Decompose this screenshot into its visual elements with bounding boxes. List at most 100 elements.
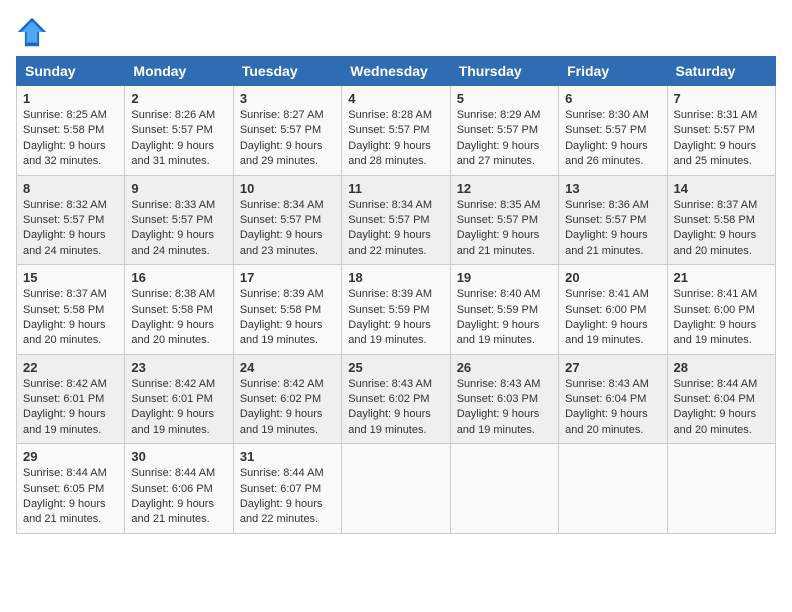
calendar-header-row: Sunday Monday Tuesday Wednesday Thursday…: [17, 57, 776, 86]
calendar-cell: 14Sunrise: 8:37 AMSunset: 5:58 PMDayligh…: [667, 175, 775, 265]
calendar-cell: 15Sunrise: 8:37 AMSunset: 5:58 PMDayligh…: [17, 265, 125, 355]
calendar-cell: 11Sunrise: 8:34 AMSunset: 5:57 PMDayligh…: [342, 175, 450, 265]
calendar-cell: 27Sunrise: 8:43 AMSunset: 6:04 PMDayligh…: [559, 354, 667, 444]
cell-info: Daylight: 9 hours and 25 minutes.: [674, 139, 769, 170]
cell-info: Daylight: 9 hours and 29 minutes.: [240, 139, 335, 170]
day-number: 28: [674, 360, 769, 375]
day-number: 10: [240, 181, 335, 196]
day-number: 18: [348, 270, 443, 285]
calendar-cell: 16 Sunrise: 8:38 AMSunset: 5:58 PMDayligh…: [125, 265, 233, 355]
calendar-week-row: 22Sunrise: 8:42 AMSunset: 6:01 PMDayligh…: [17, 354, 776, 444]
cell-info: Daylight: 9 hours and 28 minutes.: [348, 139, 443, 170]
cell-info: Sunset: 6:00 PM: [565, 303, 660, 318]
day-number: 1: [23, 91, 118, 106]
calendar-cell: 13Sunrise: 8:36 AMSunset: 5:57 PMDayligh…: [559, 175, 667, 265]
calendar-cell: 17Sunrise: 8:39 AMSunset: 5:58 PMDayligh…: [233, 265, 341, 355]
calendar-cell: 7 Sunrise: 8:31 AMSunset: 5:57 PMDaylight…: [667, 86, 775, 176]
calendar-cell: 30Sunrise: 8:44 AMSunset: 6:06 PMDayligh…: [125, 444, 233, 534]
day-number: 20: [565, 270, 660, 285]
cell-info: Sunset: 6:00 PM: [674, 303, 769, 318]
calendar-cell: 9Sunrise: 8:33 AMSunset: 5:57 PMDaylight…: [125, 175, 233, 265]
day-number: 19: [457, 270, 552, 285]
cell-info: Sunrise: 8:38 AM: [131, 287, 226, 302]
cell-info: Sunset: 6:06 PM: [131, 482, 226, 497]
cell-info: Sunset: 6:04 PM: [674, 392, 769, 407]
header: [16, 16, 776, 48]
calendar-week-row: 8Sunrise: 8:32 AMSunset: 5:57 PMDaylight…: [17, 175, 776, 265]
calendar-cell: 20Sunrise: 8:41 AMSunset: 6:00 PMDayligh…: [559, 265, 667, 355]
calendar-week-row: 1Sunrise: 8:25 AMSunset: 5:58 PMDaylight…: [17, 86, 776, 176]
cell-info: Sunrise: 8:42 AM: [240, 377, 335, 392]
cell-info: Sunset: 5:57 PM: [565, 213, 660, 228]
cell-info: Sunrise: 8:25 AM: [23, 108, 118, 123]
cell-info: Sunset: 5:57 PM: [674, 123, 769, 138]
day-number: 3: [240, 91, 335, 106]
calendar-cell: 21Sunrise: 8:41 AMSunset: 6:00 PMDayligh…: [667, 265, 775, 355]
cell-info: Sunset: 6:05 PM: [23, 482, 118, 497]
cell-info: Daylight: 9 hours and 32 minutes.: [23, 139, 118, 170]
day-number: 4: [348, 91, 443, 106]
cell-info: Daylight: 9 hours and 20 minutes.: [23, 318, 118, 349]
cell-info: Daylight: 9 hours and 19 minutes.: [348, 318, 443, 349]
cell-info: Sunrise: 8:26 AM: [131, 108, 226, 123]
calendar-cell: 31Sunrise: 8:44 AMSunset: 6:07 PMDayligh…: [233, 444, 341, 534]
day-number: 31: [240, 449, 335, 464]
calendar-week-row: 15Sunrise: 8:37 AMSunset: 5:58 PMDayligh…: [17, 265, 776, 355]
cell-info: Daylight: 9 hours and 20 minutes.: [131, 318, 226, 349]
cell-info: Sunset: 6:02 PM: [240, 392, 335, 407]
day-number: 12: [457, 181, 552, 196]
calendar-cell: 3Sunrise: 8:27 AMSunset: 5:57 PMDaylight…: [233, 86, 341, 176]
cell-info: Sunset: 5:57 PM: [565, 123, 660, 138]
day-number: 8: [23, 181, 118, 196]
day-number: 9: [131, 181, 226, 196]
day-number: 24: [240, 360, 335, 375]
day-number: 14: [674, 181, 769, 196]
cell-info: Sunset: 5:58 PM: [240, 303, 335, 318]
calendar-cell: 26Sunrise: 8:43 AMSunset: 6:03 PMDayligh…: [450, 354, 558, 444]
cell-info: Daylight: 9 hours and 19 minutes.: [348, 407, 443, 438]
cell-info: Sunrise: 8:27 AM: [240, 108, 335, 123]
calendar-week-row: 29Sunrise: 8:44 AMSunset: 6:05 PMDayligh…: [17, 444, 776, 534]
calendar-table: Sunday Monday Tuesday Wednesday Thursday…: [16, 56, 776, 534]
day-number: 27: [565, 360, 660, 375]
cell-info: Sunset: 5:57 PM: [348, 123, 443, 138]
col-friday: Friday: [559, 57, 667, 86]
cell-info: Sunset: 6:07 PM: [240, 482, 335, 497]
cell-info: Sunrise: 8:35 AM: [457, 198, 552, 213]
cell-info: Daylight: 9 hours and 19 minutes.: [457, 407, 552, 438]
day-number: 26: [457, 360, 552, 375]
cell-info: Sunrise: 8:43 AM: [348, 377, 443, 392]
day-number: 25: [348, 360, 443, 375]
cell-info: Sunset: 5:58 PM: [674, 213, 769, 228]
cell-info: Sunrise: 8:41 AM: [674, 287, 769, 302]
day-number: 23: [131, 360, 226, 375]
logo: [16, 16, 52, 48]
calendar-cell: 2Sunrise: 8:26 AMSunset: 5:57 PMDaylight…: [125, 86, 233, 176]
cell-info: Sunrise: 8:36 AM: [565, 198, 660, 213]
day-number: 22: [23, 360, 118, 375]
cell-info: Sunset: 5:57 PM: [240, 213, 335, 228]
day-number: 30: [131, 449, 226, 464]
cell-info: Sunrise: 8:44 AM: [23, 466, 118, 481]
cell-info: Sunrise: 8:34 AM: [240, 198, 335, 213]
col-thursday: Thursday: [450, 57, 558, 86]
calendar-cell: 24Sunrise: 8:42 AMSunset: 6:02 PMDayligh…: [233, 354, 341, 444]
day-number: 6: [565, 91, 660, 106]
calendar-cell: 8Sunrise: 8:32 AMSunset: 5:57 PMDaylight…: [17, 175, 125, 265]
cell-info: Sunrise: 8:31 AM: [674, 108, 769, 123]
cell-info: Sunset: 5:58 PM: [131, 303, 226, 318]
calendar-cell: 10Sunrise: 8:34 AMSunset: 5:57 PMDayligh…: [233, 175, 341, 265]
cell-info: Sunrise: 8:44 AM: [674, 377, 769, 392]
calendar-cell: 28Sunrise: 8:44 AMSunset: 6:04 PMDayligh…: [667, 354, 775, 444]
day-number: 16: [131, 270, 226, 285]
cell-info: Sunset: 5:57 PM: [457, 123, 552, 138]
cell-info: Sunrise: 8:44 AM: [240, 466, 335, 481]
cell-info: Sunset: 6:01 PM: [23, 392, 118, 407]
calendar-cell: 18Sunrise: 8:39 AMSunset: 5:59 PMDayligh…: [342, 265, 450, 355]
cell-info: Sunrise: 8:29 AM: [457, 108, 552, 123]
day-number: 7: [674, 91, 769, 106]
cell-info: Sunset: 5:58 PM: [23, 123, 118, 138]
cell-info: Sunrise: 8:42 AM: [23, 377, 118, 392]
calendar-cell: 25Sunrise: 8:43 AMSunset: 6:02 PMDayligh…: [342, 354, 450, 444]
cell-info: Sunrise: 8:42 AM: [131, 377, 226, 392]
